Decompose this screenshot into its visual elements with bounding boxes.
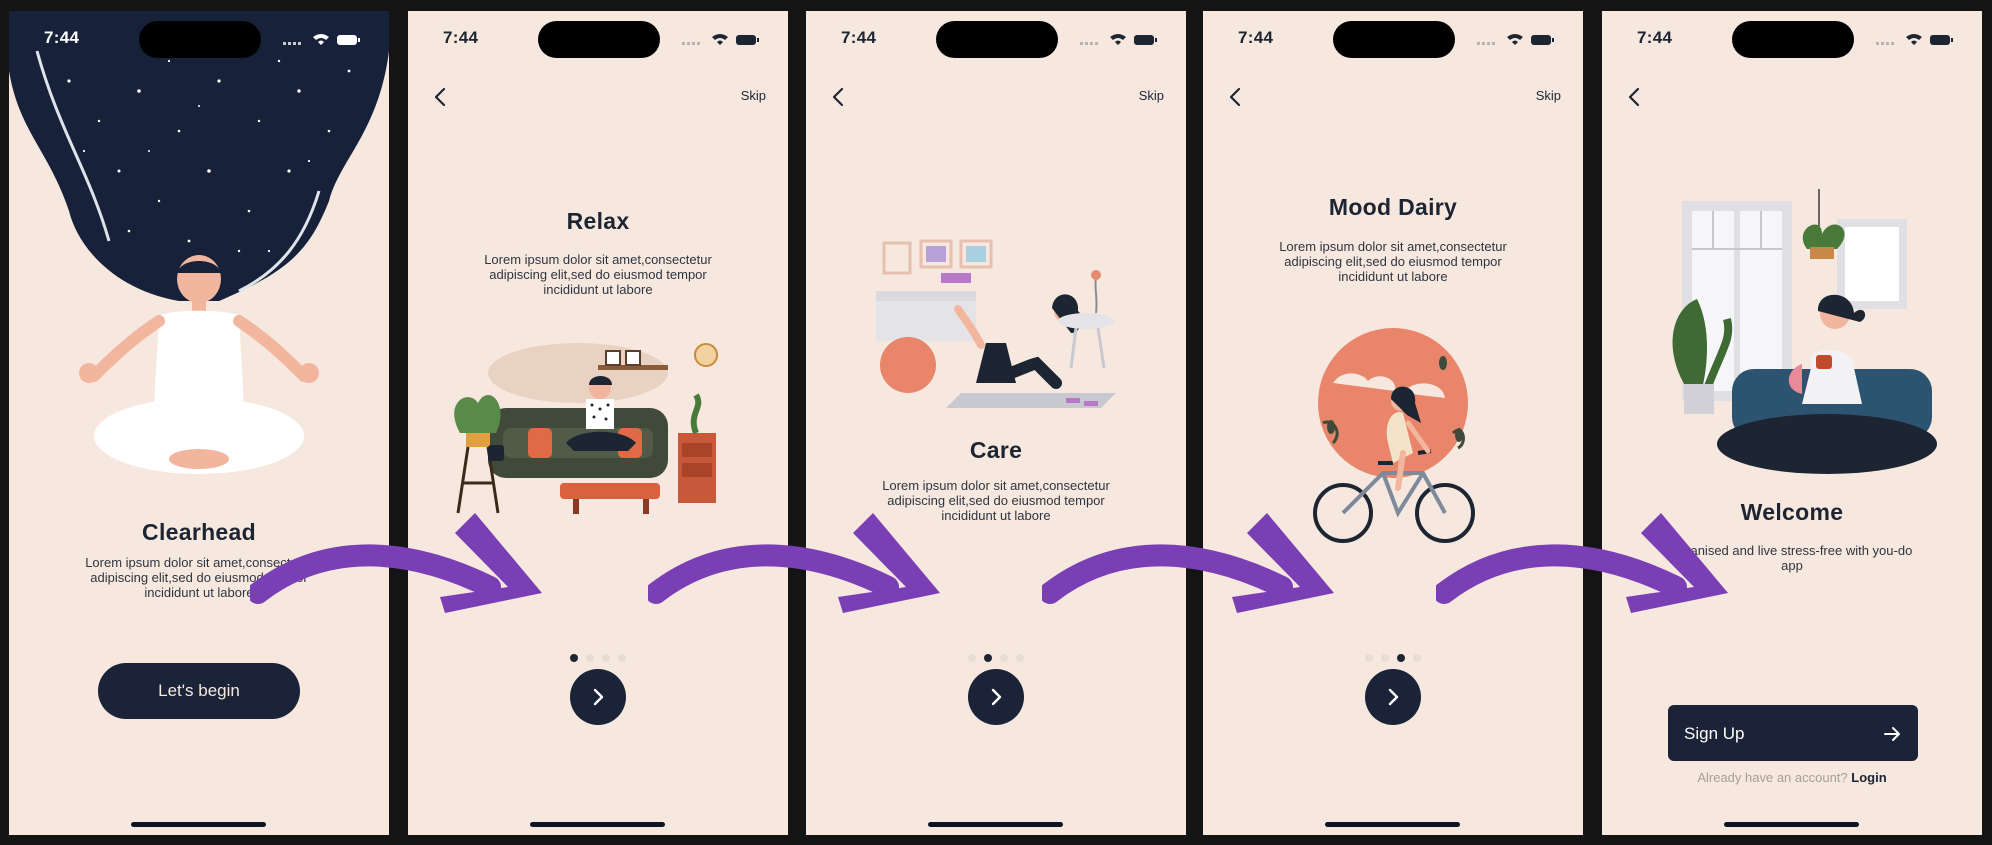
dynamic-island: [538, 21, 660, 58]
login-row: Already have an account? Login: [1602, 770, 1982, 785]
yoga-woman-illustration: [876, 239, 1116, 408]
sign-up-button[interactable]: Sign Up: [1668, 705, 1918, 761]
screen-title: Mood Dairy: [1328, 194, 1458, 220]
status-icons: [283, 34, 360, 45]
home-indicator: [131, 822, 266, 827]
home-indicator: [1325, 822, 1460, 827]
status-icons: [682, 34, 759, 45]
page-dot: [1365, 654, 1373, 662]
page-dot: [1016, 654, 1024, 662]
wifi-icon: [712, 34, 728, 45]
screen-description: Lorem ipsum dolor sit amet,consectetur a…: [484, 252, 712, 297]
skip-link[interactable]: Skip: [1536, 88, 1561, 103]
page-dot: [1000, 654, 1008, 662]
status-bar: 7:44: [1203, 11, 1583, 67]
page-dot-active: [984, 654, 992, 662]
next-button[interactable]: [968, 669, 1024, 725]
signal-icon: [1876, 42, 1894, 45]
home-indicator: [928, 822, 1063, 827]
cycling-woman-illustration: [1313, 328, 1475, 543]
page-dot: [586, 654, 594, 662]
screen-mood-dairy: 7:44 Skip Mood Dairy Lorem ipsum dolor s…: [1203, 11, 1583, 835]
login-prompt: Already have an account?: [1697, 770, 1848, 785]
home-indicator: [1724, 822, 1859, 827]
chevron-right-icon: [991, 688, 1002, 706]
signal-icon: [283, 42, 301, 45]
lets-begin-button[interactable]: Let's begin: [98, 663, 300, 719]
status-time: 7:44: [44, 28, 80, 47]
status-time: 7:44: [1238, 28, 1274, 47]
status-icons: [1477, 34, 1554, 45]
meditating-woman-illustration: [9, 11, 389, 474]
relaxing-on-sofa-illustration: [454, 343, 718, 514]
signal-icon: [1477, 42, 1495, 45]
dynamic-island: [139, 21, 261, 58]
status-time: 7:44: [1637, 28, 1673, 47]
wifi-icon: [1507, 34, 1523, 45]
status-bar: 7:44: [9, 11, 389, 67]
wifi-icon: [1906, 34, 1922, 45]
home-indicator: [530, 822, 665, 827]
screen-description: organised and live stress-free with you-…: [1671, 543, 1913, 573]
page-dot: [618, 654, 626, 662]
screen-description: Lorem ipsum dolor sit amet,consectetur a…: [882, 478, 1110, 523]
skip-link[interactable]: Skip: [1139, 88, 1164, 103]
status-bar: 7:44: [408, 11, 788, 67]
page-indicator: [1203, 649, 1583, 662]
screen-description: Lorem ipsum dolor sit amet,consectetur a…: [85, 555, 313, 600]
back-chevron-icon[interactable]: [428, 84, 454, 110]
screen-title: Welcome: [1740, 499, 1844, 525]
wifi-icon: [313, 34, 329, 45]
battery-icon: [1531, 35, 1554, 45]
signal-icon: [1080, 42, 1098, 45]
screen-title: Relax: [566, 208, 630, 234]
page-dot: [602, 654, 610, 662]
screen-description: Lorem ipsum dolor sit amet,consectetur a…: [1279, 239, 1507, 284]
signal-icon: [682, 42, 700, 45]
battery-icon: [736, 35, 759, 45]
status-bar: 7:44: [1602, 11, 1982, 67]
back-chevron-icon[interactable]: [1223, 84, 1249, 110]
page-dot: [1413, 654, 1421, 662]
battery-icon: [1930, 35, 1953, 45]
woman-with-tea-illustration: [1672, 189, 1937, 474]
battery-icon: [337, 35, 360, 45]
screen-relax: 7:44 Skip Relax Lorem ipsum dolor sit am…: [408, 11, 788, 835]
page-dot: [968, 654, 976, 662]
wifi-icon: [1110, 34, 1126, 45]
status-time: 7:44: [443, 28, 479, 47]
page-dot: [1381, 654, 1389, 662]
login-link[interactable]: Login: [1851, 770, 1886, 785]
status-icons: [1876, 34, 1953, 45]
dynamic-island: [1732, 21, 1854, 58]
battery-icon: [1134, 35, 1157, 45]
page-dot-active: [570, 654, 578, 662]
back-chevron-icon[interactable]: [826, 84, 852, 110]
status-icons: [1080, 34, 1157, 45]
chevron-right-icon: [593, 688, 604, 706]
next-button[interactable]: [1365, 669, 1421, 725]
skip-link[interactable]: Skip: [741, 88, 766, 103]
page-dot-active: [1397, 654, 1405, 662]
arrow-right-icon: [1884, 727, 1900, 741]
screen-welcome: 7:44 Welcome organised and live stress-f…: [1602, 11, 1982, 835]
sign-up-label: Sign Up: [1684, 724, 1745, 743]
screen-care: 7:44 Skip Care Lorem ipsum dolor sit ame…: [806, 11, 1186, 835]
next-button[interactable]: [570, 669, 626, 725]
screen-title: Clearhead: [142, 519, 256, 545]
screen-title: Care: [969, 437, 1023, 463]
dynamic-island: [1333, 21, 1455, 58]
back-chevron-icon[interactable]: [1622, 84, 1648, 110]
chevron-right-icon: [1388, 688, 1399, 706]
screen-clearhead: 7:44 Clearhead Lorem ipsum dolor sit ame…: [9, 11, 389, 835]
status-time: 7:44: [841, 28, 877, 47]
status-bar: 7:44: [806, 11, 1186, 67]
dynamic-island: [936, 21, 1058, 58]
page-indicator: [408, 649, 788, 662]
page-indicator: [806, 649, 1186, 662]
